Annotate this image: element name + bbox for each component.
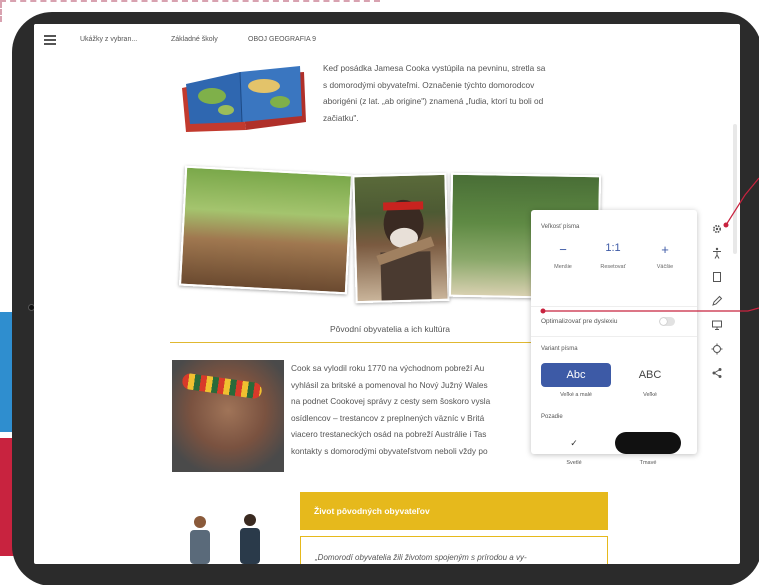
popup-divider <box>531 306 697 307</box>
background-title: Pozadie <box>541 414 563 420</box>
feature-quote: „Domorodí obyvatelia žili životom spojen… <box>315 553 527 562</box>
background-dark-button[interactable] <box>615 432 681 454</box>
reset-symbol: 1:1 <box>605 242 621 254</box>
settings-popup: Veľkosť písma − Menšie 1:1 Resetovať + V… <box>531 210 697 466</box>
hamburger-menu-icon[interactable] <box>44 35 56 45</box>
decrease-caption: Menšie <box>554 264 572 270</box>
increase-caption: Väčšie <box>656 264 674 270</box>
scrollbar[interactable] <box>733 124 737 254</box>
history-line: vyhlásil za britské a pomenoval ho Nový … <box>291 379 488 390</box>
didgeridoo-players-photo <box>178 165 354 295</box>
intro-line: aborigéni (z lat. „ab origine") znamená … <box>323 96 544 106</box>
decorative-dashed-border <box>0 0 380 8</box>
settings-tool-button[interactable] <box>708 220 726 238</box>
crosshair-icon <box>711 343 723 355</box>
history-line: osídlencov – trestancov z preplnených vä… <box>291 412 485 423</box>
history-line: kontakty s domorodými obyvateľstvom nebo… <box>291 445 488 456</box>
feature-title: Život pôvodných obyvateľov <box>314 506 430 516</box>
background-light-button[interactable]: ✓ <box>541 432 607 454</box>
history-line: Cook sa vylodil roku 1770 na východnom p… <box>291 363 485 373</box>
focus-tool-button[interactable] <box>708 340 726 358</box>
bookmark-icon <box>713 272 721 282</box>
intro-paragraph: Keď posádka Jamesa Cooka vystúpila na pe… <box>323 60 599 126</box>
reset-caption: Resetovať <box>600 264 626 270</box>
popup-divider <box>531 336 697 337</box>
people-talking-illustration <box>190 514 260 564</box>
increase-font-button[interactable]: + Väčšie <box>645 242 685 270</box>
variant-mixed-case-button[interactable]: Abc <box>541 363 611 387</box>
background-light-caption: Svetlé <box>566 460 582 466</box>
aboriginal-man-illustration <box>376 199 435 303</box>
open-atlas-image <box>182 66 306 132</box>
feature-quote-box: „Domorodí obyvatelia žili životom spojen… <box>300 536 608 564</box>
variant-uppercase-caption: Veľké <box>643 392 657 398</box>
breadcrumb-primary-schools[interactable]: Základné školy <box>171 36 218 43</box>
breadcrumb-samples[interactable]: Ukážky z vybran... <box>80 36 137 43</box>
font-variant-title: Variant písma <box>541 346 578 352</box>
dyslexia-label: Optimalizovať pre dyslexiu <box>541 318 618 325</box>
gear-icon <box>712 224 722 234</box>
presentation-tool-button[interactable] <box>708 316 726 334</box>
reset-font-button[interactable]: 1:1 Resetovať <box>593 242 633 270</box>
decrease-font-button[interactable]: − Menšie <box>543 242 583 270</box>
bookmark-tool-button[interactable] <box>708 268 726 286</box>
dyslexia-toggle[interactable] <box>659 317 675 326</box>
intro-line: Keď posádka Jamesa Cooka vystúpila na pe… <box>323 63 546 73</box>
headband-illustration <box>181 372 263 400</box>
history-line: na podnet Cookovej správy z cesty sem šo… <box>291 396 491 406</box>
elder-woman-portrait-photo <box>172 360 284 472</box>
pencil-icon <box>712 295 723 306</box>
history-paragraph: Cook sa vylodil roku 1770 na východnom p… <box>291 360 531 459</box>
font-size-title: Veľkosť písma <box>541 224 580 230</box>
history-line: viacero trestaneckých osád na pobreží Au… <box>291 429 487 439</box>
share-tool-button[interactable] <box>708 364 726 382</box>
decorative-dashed-corner <box>0 2 24 22</box>
monitor-icon <box>712 320 722 330</box>
top-navigation-bar: Ukážky z vybran... Základné školy OBOJ G… <box>34 24 740 56</box>
pen-tool-button[interactable] <box>708 292 726 310</box>
background-dark-caption: Tmavé <box>639 460 657 466</box>
accessibility-icon <box>713 247 721 259</box>
feature-box-header: Život pôvodných obyvateľov <box>300 492 608 530</box>
tablet-screen: Ukážky z vybran... Základné školy OBOJ G… <box>34 24 740 564</box>
intro-line: s domorodými obyvateľmi. Označenie týcht… <box>323 79 535 90</box>
variant-uppercase-button[interactable]: ABC <box>615 363 685 387</box>
plus-icon: + <box>661 242 669 257</box>
aboriginal-man-portrait-photo <box>352 172 450 304</box>
intro-line: začiatku". <box>323 112 359 123</box>
variant-mixed-caption: Veľké a malé <box>560 392 592 398</box>
minus-icon: − <box>559 242 567 257</box>
breadcrumb-book-title[interactable]: OBOJ GEOGRAFIA 9 <box>248 36 316 43</box>
accessibility-tool-button[interactable] <box>708 244 726 262</box>
dyslexia-setting-row: Optimalizovať pre dyslexiu <box>531 312 697 332</box>
share-icon <box>712 368 722 378</box>
